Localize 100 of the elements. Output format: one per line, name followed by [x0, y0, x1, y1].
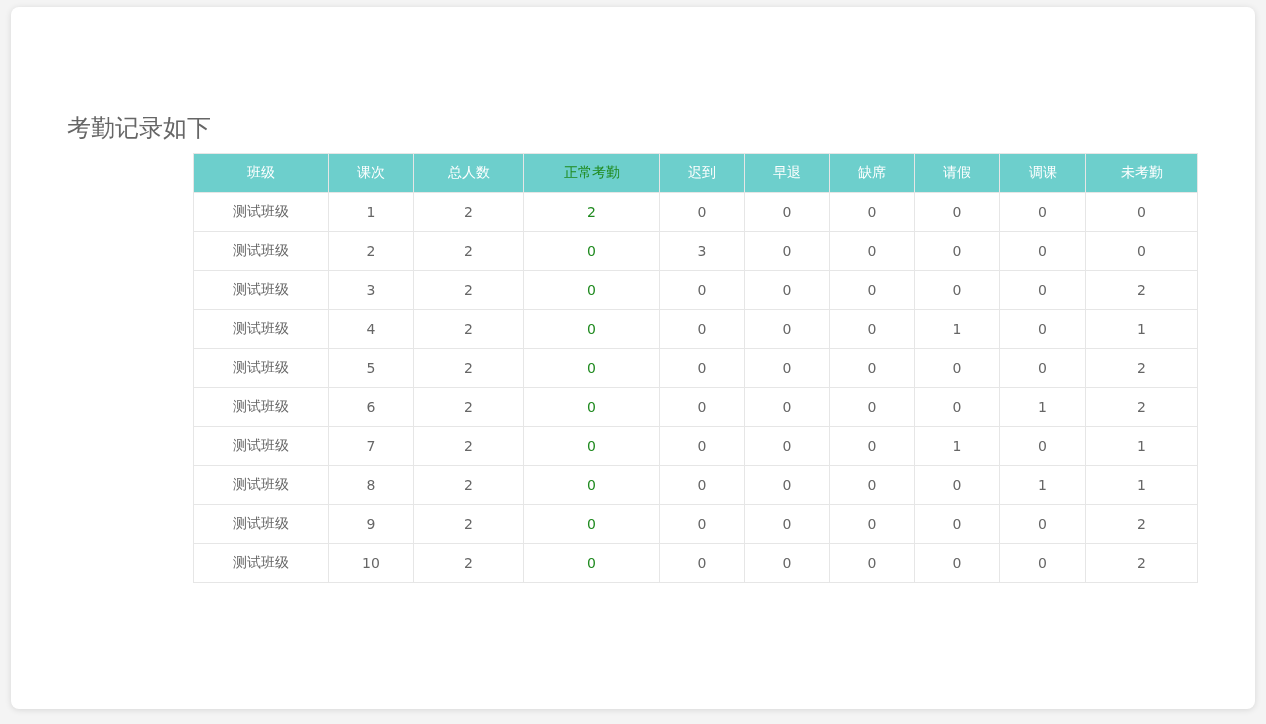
table-cell: 0	[829, 426, 915, 466]
table-cell: 0	[523, 309, 660, 349]
table-cell: 测试班级	[193, 387, 329, 427]
table-cell: 2	[413, 231, 524, 271]
table-cell: 0	[523, 270, 660, 310]
table-cell: 10	[328, 543, 414, 583]
table-cell: 2	[413, 192, 524, 232]
column-header: 未考勤	[1085, 153, 1198, 193]
table-cell: 0	[523, 543, 660, 583]
table-cell: 0	[829, 192, 915, 232]
table-cell: 0	[659, 543, 745, 583]
table-cell: 0	[999, 543, 1086, 583]
table-cell: 3	[328, 270, 414, 310]
table-cell: 测试班级	[193, 426, 329, 466]
table-cell: 0	[829, 465, 915, 505]
table-cell: 0	[744, 543, 830, 583]
table-cell: 8	[328, 465, 414, 505]
table-cell: 0	[744, 192, 830, 232]
table-cell: 0	[744, 348, 830, 388]
table-cell: 测试班级	[193, 465, 329, 505]
table-cell: 2	[413, 270, 524, 310]
column-header: 课次	[328, 153, 414, 193]
table-cell: 0	[999, 426, 1086, 466]
column-header: 调课	[999, 153, 1086, 193]
table-cell: 2	[1085, 543, 1198, 583]
table-cell: 0	[914, 504, 1000, 544]
table-cell: 0	[999, 504, 1086, 544]
table-cell: 0	[829, 270, 915, 310]
table-cell: 4	[328, 309, 414, 349]
table-cell: 测试班级	[193, 270, 329, 310]
table-cell: 9	[328, 504, 414, 544]
table-cell: 测试班级	[193, 504, 329, 544]
table-cell: 0	[999, 309, 1086, 349]
table-cell: 2	[1085, 270, 1198, 310]
column-header: 缺席	[829, 153, 915, 193]
table-cell: 0	[914, 465, 1000, 505]
table-cell: 0	[744, 309, 830, 349]
table-cell: 0	[523, 426, 660, 466]
table-cell: 0	[999, 192, 1086, 232]
column-header: 早退	[744, 153, 830, 193]
table-cell: 2	[413, 426, 524, 466]
table-cell: 0	[659, 504, 745, 544]
table-cell: 6	[328, 387, 414, 427]
table-cell: 1	[999, 387, 1086, 427]
table-cell: 2	[1085, 348, 1198, 388]
table-cell: 0	[1085, 231, 1198, 271]
table-cell: 1	[999, 465, 1086, 505]
table-cell: 2	[1085, 504, 1198, 544]
table-cell: 0	[659, 348, 745, 388]
table-cell: 0	[1085, 192, 1198, 232]
table-cell: 2	[413, 348, 524, 388]
table-cell: 测试班级	[193, 348, 329, 388]
table-cell: 1	[1085, 465, 1198, 505]
table-cell: 0	[914, 387, 1000, 427]
table-cell: 0	[914, 543, 1000, 583]
table-cell: 0	[659, 465, 745, 505]
table-cell: 0	[914, 192, 1000, 232]
table-cell: 0	[999, 348, 1086, 388]
table-cell: 2	[328, 231, 414, 271]
table-cell: 2	[1085, 387, 1198, 427]
table-cell: 1	[1085, 426, 1198, 466]
table-cell: 0	[523, 348, 660, 388]
table-cell: 1	[914, 309, 1000, 349]
table-cell: 2	[413, 387, 524, 427]
table-cell: 0	[744, 387, 830, 427]
table-cell: 测试班级	[193, 231, 329, 271]
table-cell: 测试班级	[193, 543, 329, 583]
table-cell: 0	[523, 231, 660, 271]
table-cell: 0	[523, 465, 660, 505]
table-cell: 2	[413, 465, 524, 505]
table-cell: 0	[659, 309, 745, 349]
column-header: 迟到	[659, 153, 745, 193]
table-cell: 0	[744, 465, 830, 505]
column-header: 请假	[914, 153, 1000, 193]
table-cell: 0	[829, 309, 915, 349]
table-cell: 0	[829, 348, 915, 388]
column-header: 总人数	[413, 153, 524, 193]
table-cell: 0	[914, 348, 1000, 388]
table-cell: 1	[1085, 309, 1198, 349]
table-cell: 2	[413, 309, 524, 349]
table-cell: 0	[999, 270, 1086, 310]
table-cell: 0	[914, 231, 1000, 271]
table-cell: 2	[413, 543, 524, 583]
table-cell: 0	[744, 231, 830, 271]
table-cell: 3	[659, 231, 745, 271]
column-header: 正常考勤	[523, 153, 660, 193]
table-cell: 0	[829, 543, 915, 583]
table-cell: 测试班级	[193, 309, 329, 349]
table-cell: 测试班级	[193, 192, 329, 232]
page-title: 考勤记录如下	[67, 113, 212, 143]
table-cell: 0	[829, 504, 915, 544]
table-cell: 0	[744, 270, 830, 310]
table-cell: 0	[829, 231, 915, 271]
table-cell: 0	[744, 504, 830, 544]
table-cell: 0	[914, 270, 1000, 310]
table-cell: 0	[744, 426, 830, 466]
table-cell: 0	[659, 387, 745, 427]
table-cell: 0	[659, 192, 745, 232]
table-cell: 0	[659, 426, 745, 466]
table-cell: 5	[328, 348, 414, 388]
